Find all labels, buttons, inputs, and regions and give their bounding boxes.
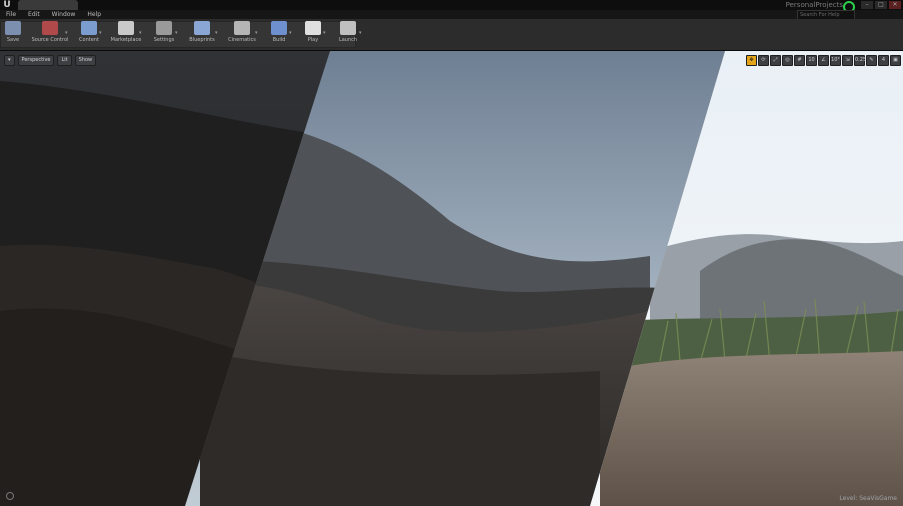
play-icon <box>305 21 321 35</box>
cinematics-icon <box>234 21 250 35</box>
dropdown-arrow-icon[interactable]: ▾ <box>359 30 362 36</box>
grid-snap-icon[interactable]: # <box>794 55 805 66</box>
maximize-button[interactable]: □ <box>875 1 887 9</box>
rotation-size-icon[interactable]: 10° <box>830 55 841 66</box>
dropdown-arrow-icon[interactable]: ▾ <box>175 30 178 36</box>
menu-bar: File Edit Window Help <box>0 10 903 19</box>
build-icon <box>271 21 287 35</box>
marketplace-icon <box>118 21 134 35</box>
dropdown-arrow-icon[interactable]: ▾ <box>323 30 326 36</box>
toolbar-button-label: Source Control <box>31 37 69 43</box>
menu-window[interactable]: Window <box>46 10 82 19</box>
toolbar-button-label: Cinematics <box>228 37 256 43</box>
show-button[interactable]: Show <box>74 55 97 66</box>
menu-help[interactable]: Help <box>81 10 107 19</box>
toolbar-button-label: Marketplace <box>110 37 142 43</box>
rotation-snap-icon[interactable]: ∠ <box>818 55 829 66</box>
level-name-label: Level: SeaVisGame <box>839 495 897 502</box>
lit-mode-button[interactable]: Lit <box>57 55 72 66</box>
dropdown-arrow-icon[interactable]: ▾ <box>255 30 258 36</box>
launch-icon <box>340 21 356 35</box>
viewport-options-bar: ▾ Perspective Lit Show <box>4 55 97 66</box>
menu-file[interactable]: File <box>0 10 22 19</box>
level-viewport[interactable]: ▾ Perspective Lit Show ✥ ⟳ ⤢ ◎ #10 ∠ 10° ⇲ 0.25 ✎… <box>0 51 903 506</box>
viewport-scene[interactable] <box>0 51 903 506</box>
scale-size-icon[interactable]: 0.25 <box>854 55 866 66</box>
save-button[interactable]: Save <box>0 19 26 46</box>
title-bar: U PersonalProjects – □ ✕ <box>0 0 903 13</box>
perspective-button[interactable]: Perspective <box>17 55 55 66</box>
grid-size-icon[interactable]: 10 <box>806 55 817 66</box>
save-icon <box>5 21 21 35</box>
source-control-button[interactable]: Source Control <box>30 19 70 46</box>
settings-icon <box>156 21 172 35</box>
scale-snap-icon[interactable]: ⇲ <box>842 55 853 66</box>
toolbar-button-label: Launch <box>338 37 358 43</box>
dropdown-arrow-icon[interactable]: ▾ <box>139 30 142 36</box>
level-document-tab[interactable] <box>18 0 78 10</box>
axis-indicator-icon <box>6 492 14 500</box>
transform-tools-bar: ✥ ⟳ ⤢ ◎ #10 ∠ 10° ⇲ 0.25 ✎ 4 ▣ <box>746 55 901 66</box>
world-local-icon[interactable]: ◎ <box>782 55 793 66</box>
toolbar-button-label: Save <box>6 37 20 43</box>
scale-icon[interactable]: ⤢ <box>770 55 781 66</box>
dropdown-arrow-icon[interactable]: ▾ <box>215 30 218 36</box>
toolbar-button-label: Settings <box>153 37 175 43</box>
source-control-icon <box>42 21 58 35</box>
rotate-icon[interactable]: ⟳ <box>758 55 769 66</box>
toolbar-button-label: Blueprints <box>189 37 215 43</box>
unreal-editor-window: U PersonalProjects – □ ✕ File Edit Windo… <box>0 0 903 506</box>
camera-speed-value-icon[interactable]: 4 <box>878 55 889 66</box>
dropdown-arrow-icon[interactable]: ▾ <box>65 30 68 36</box>
menu-edit[interactable]: Edit <box>22 10 46 19</box>
maximize-icon[interactable]: ▣ <box>890 55 901 66</box>
content-icon <box>81 21 97 35</box>
blueprints-icon <box>194 21 210 35</box>
minimize-button[interactable]: – <box>861 1 873 9</box>
viewport-options-button[interactable]: ▾ <box>4 55 15 66</box>
dropdown-arrow-icon[interactable]: ▾ <box>99 30 102 36</box>
unreal-logo-icon[interactable]: U <box>2 0 12 10</box>
toolbar-button-label: Play <box>307 37 319 43</box>
camera-speed-icon[interactable]: ✎ <box>866 55 877 66</box>
translate-icon[interactable]: ✥ <box>746 55 757 66</box>
toolbar-button-label: Build <box>272 37 286 43</box>
window-controls: – □ ✕ <box>861 1 901 9</box>
main-toolbar: Save Source Control ▾ Content ▾ Marketplace ▾ S… <box>0 19 903 51</box>
close-button[interactable]: ✕ <box>889 1 901 9</box>
toolbar-button-label: Content <box>79 37 99 43</box>
dropdown-arrow-icon[interactable]: ▾ <box>289 30 292 36</box>
project-name: PersonalProjects <box>785 1 843 9</box>
